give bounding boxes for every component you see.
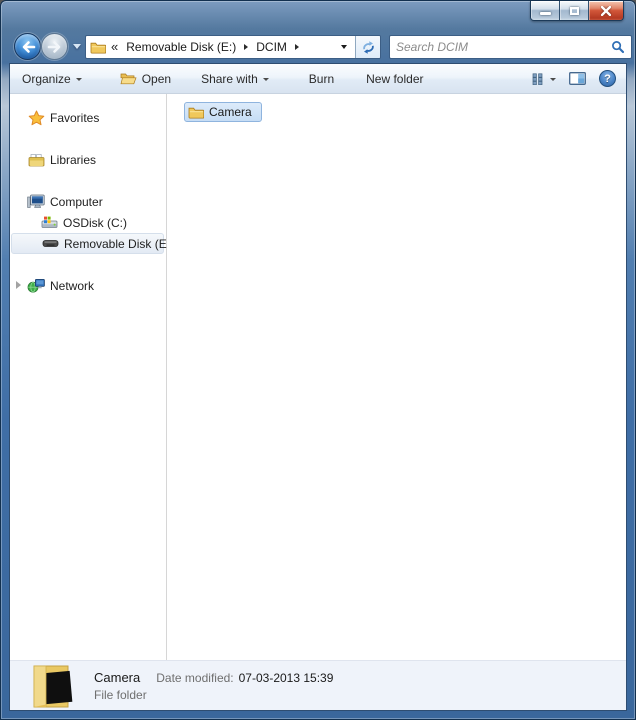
sidebar-item-label: Computer: [50, 195, 103, 209]
sidebar-item-label: Removable Disk (E:): [64, 237, 174, 251]
folder-icon: [90, 41, 106, 54]
open-button[interactable]: Open: [120, 72, 171, 86]
search-input[interactable]: [396, 40, 611, 54]
breadcrumb: « Removable Disk (E:) DCIM: [86, 36, 355, 58]
new-folder-button[interactable]: New folder: [366, 72, 423, 86]
star-icon: [27, 110, 45, 126]
computer-icon: [27, 194, 45, 209]
details-date-label: Date modified:: [156, 671, 233, 685]
open-folder-icon: [120, 72, 137, 85]
details-pane: Camera Date modified: 07-03-2013 15:39 F…: [10, 660, 626, 710]
change-view-button[interactable]: [531, 73, 556, 85]
breadcrumb-overflow-chevron[interactable]: «: [111, 39, 118, 54]
address-bar[interactable]: « Removable Disk (E:) DCIM: [85, 35, 381, 59]
network-icon: [27, 278, 45, 293]
sidebar-item-label: Network: [50, 279, 94, 293]
refresh-icon: [361, 40, 376, 55]
file-item-camera[interactable]: Camera: [184, 102, 262, 122]
details-date-value: 07-03-2013 15:39: [239, 671, 334, 685]
share-with-button[interactable]: Share with: [201, 72, 269, 86]
explorer-body: Favorites Libraries: [10, 94, 626, 660]
chevron-down-icon: [341, 45, 347, 49]
chevron-down-icon: [263, 78, 269, 81]
navigation-pane: Favorites Libraries: [10, 94, 167, 660]
search-icon[interactable]: [611, 40, 625, 54]
sidebar-item-computer[interactable]: Computer: [11, 191, 164, 212]
camera-folder-large-icon: [30, 663, 76, 709]
search-field[interactable]: [389, 35, 632, 59]
maximize-button[interactable]: [560, 1, 589, 20]
navigation-bar: « Removable Disk (E:) DCIM: [9, 31, 627, 63]
minimize-icon: [540, 12, 551, 15]
breadcrumb-separator-icon[interactable]: [295, 44, 299, 50]
close-button[interactable]: [589, 1, 623, 20]
views-grid-icon: [531, 73, 545, 85]
folder-icon: [188, 106, 204, 119]
libraries-icon: [27, 153, 45, 167]
preview-pane-icon: [569, 72, 586, 85]
open-label: Open: [142, 72, 171, 86]
toolbar-right-group: ?: [531, 70, 616, 87]
sidebar-item-network[interactable]: Network: [11, 275, 164, 296]
recent-pages-dropdown[interactable]: [73, 44, 81, 49]
burn-button[interactable]: Burn: [309, 72, 334, 86]
chevron-down-icon: [550, 78, 556, 81]
help-icon: ?: [604, 73, 611, 85]
breadcrumb-separator-icon[interactable]: [244, 44, 248, 50]
removable-disk-icon: [41, 238, 59, 249]
breadcrumb-segment-drive[interactable]: Removable Disk (E:): [121, 40, 241, 54]
details-text: Camera Date modified: 07-03-2013 15:39 F…: [94, 670, 333, 702]
back-button[interactable]: [14, 33, 41, 60]
forward-button[interactable]: [41, 33, 68, 60]
window-controls: [530, 1, 624, 21]
close-icon: [600, 6, 612, 16]
details-file-name: Camera: [94, 670, 140, 685]
content-area: Organize Open Share with Burn New folder: [9, 63, 627, 711]
sidebar-item-libraries[interactable]: Libraries: [11, 149, 164, 170]
help-button[interactable]: ?: [599, 70, 616, 87]
sidebar-item-osdisk-c[interactable]: OSDisk (C:): [11, 212, 164, 233]
expand-arrow-icon[interactable]: [16, 281, 21, 289]
organize-button[interactable]: Organize: [22, 72, 82, 86]
details-file-type: File folder: [94, 688, 333, 702]
sidebar-item-label: OSDisk (C:): [63, 216, 127, 230]
back-arrow-icon: [19, 38, 37, 56]
new-folder-label: New folder: [366, 72, 423, 86]
sidebar-item-label: Favorites: [50, 111, 99, 125]
sidebar-item-label: Libraries: [50, 153, 96, 167]
organize-label: Organize: [22, 72, 71, 86]
file-item-label: Camera: [209, 105, 252, 119]
sidebar-item-removable-disk-e[interactable]: Removable Disk (E:): [11, 233, 164, 254]
burn-label: Burn: [309, 72, 334, 86]
minimize-button[interactable]: [531, 1, 560, 20]
refresh-button[interactable]: [355, 36, 380, 58]
sidebar-item-favorites[interactable]: Favorites: [11, 107, 164, 128]
chevron-down-icon: [76, 78, 82, 81]
address-dropdown-button[interactable]: [335, 45, 353, 49]
command-toolbar: Organize Open Share with Burn New folder: [10, 64, 626, 94]
share-with-label: Share with: [201, 72, 258, 86]
forward-arrow-icon: [46, 38, 64, 56]
os-disk-icon: [40, 216, 58, 229]
maximize-icon: [570, 7, 579, 15]
preview-pane-button[interactable]: [569, 72, 586, 85]
breadcrumb-segment-dcim[interactable]: DCIM: [251, 40, 292, 54]
explorer-window: « Removable Disk (E:) DCIM: [0, 0, 636, 720]
file-list[interactable]: Camera: [167, 94, 626, 660]
